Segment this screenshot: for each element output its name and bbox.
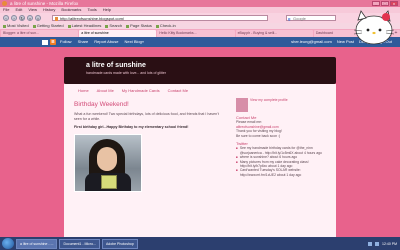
taskbar: a litre of sunshine - ... Document1 - Mi…: [0, 237, 400, 250]
blog-title[interactable]: a litre of sunshine: [86, 62, 146, 69]
bookmark-icon: [105, 24, 109, 28]
network-icon[interactable]: [368, 241, 373, 246]
reload-button[interactable]: ↻: [19, 15, 25, 21]
window-title: a litre of sunshine - Mozilla Firefox: [10, 1, 79, 6]
window-titlebar: a litre of sunshine - Mozilla Firefox _ …: [0, 0, 400, 7]
home-button[interactable]: ⌂: [35, 15, 41, 21]
address-text: http://alitreofsunshine.blogspot.com/: [60, 16, 125, 21]
tab-a-litre-of-sunshine[interactable]: a litre of sunshine: [79, 30, 157, 37]
photo-card: [101, 175, 117, 190]
minimize-button[interactable]: _: [372, 1, 380, 6]
start-button[interactable]: [2, 238, 14, 249]
blog-header: a litre of sunshine handmade cards made …: [64, 57, 336, 84]
post-photo[interactable]: [74, 134, 142, 193]
system-tray: 12:40 PM: [368, 241, 400, 246]
profile-row: View my complete profile: [236, 98, 330, 112]
navigation-toolbar: ‹ › ↻ × ⌂ http://alitreofsunshine.blogsp…: [0, 13, 400, 23]
tab-blogger[interactable]: Blogger: a litre of sun...: [1, 30, 79, 37]
blog-nav: Home About Me My Handmade Cards Contact …: [78, 88, 188, 93]
hello-kitty-theme-image: [353, 10, 395, 45]
nav-home[interactable]: Home: [78, 88, 89, 93]
maximize-button[interactable]: □: [381, 1, 389, 6]
address-bar[interactable]: http://alitreofsunshine.blogspot.com/: [52, 15, 268, 21]
taskbar-firefox[interactable]: a litre of sunshine - ...: [16, 238, 58, 249]
tab-strip: Blogger: a litre of sun... a litre of su…: [0, 29, 400, 37]
report-abuse-link[interactable]: Report Abuse: [94, 37, 118, 47]
post-highlight: First birthday girl...Happy Birthday to …: [74, 125, 189, 130]
page-viewport[interactable]: a litre of sunshine handmade cards made …: [0, 47, 400, 237]
stop-button[interactable]: ×: [27, 15, 33, 21]
search-placeholder: Google: [293, 16, 306, 21]
nav-handmade-cards[interactable]: My Handmade Cards: [122, 88, 160, 93]
post-title[interactable]: Birthday Weekend!: [74, 101, 224, 108]
nav-contact-me[interactable]: Contact Me: [168, 88, 188, 93]
tab-ebay[interactable]: eBay.ph - Buying & selli...: [235, 30, 313, 37]
firefox-icon: [2, 1, 7, 6]
blog-description: handmade cards made with love... and lot…: [86, 71, 166, 75]
site-favicon: [54, 17, 58, 21]
back-button[interactable]: ‹: [3, 15, 9, 21]
account-email: sher.leung@gmail.com: [291, 39, 332, 44]
clock[interactable]: 12:40 PM: [382, 242, 397, 246]
blog-search-input[interactable]: [42, 39, 48, 45]
close-button[interactable]: x: [390, 1, 398, 6]
blogger-links-left: Follow Share Report Abuse Next Blog»: [60, 37, 144, 47]
window-controls: _ □ x: [372, 1, 398, 6]
tweet-item: Card'wanted Tuesday's SOLAR website: htt…: [236, 168, 330, 177]
view-profile-link[interactable]: View my complete profile: [250, 98, 288, 102]
bookmark-icon: [155, 24, 159, 28]
next-blog-link[interactable]: Next Blog»: [125, 37, 145, 47]
post-column: Birthday Weekend! What a fun weekend! Tw…: [74, 98, 224, 193]
sidebar: View my complete profile Contact Me Plea…: [236, 98, 330, 177]
follow-link[interactable]: Follow: [60, 37, 72, 47]
contact-email-link[interactable]: alitreofsunshine@gmail.com: [236, 125, 279, 129]
bookmark-icon: [3, 24, 6, 28]
taskbar-word[interactable]: Document1 - Micro...: [59, 238, 100, 249]
rss-icon: [67, 24, 71, 28]
tweet-item: See my handmade birthday cards for @the_…: [236, 146, 330, 155]
bookmark-icon: [126, 24, 130, 28]
profile-picture[interactable]: [236, 98, 248, 112]
bookmark-icon: [32, 24, 36, 28]
blogger-navbar: B Follow Share Report Abuse Next Blog» s…: [0, 37, 400, 47]
contact-line: Be sure to come back soon :): [236, 133, 281, 138]
nav-about-me[interactable]: About Me: [97, 88, 114, 93]
search-input[interactable]: g Google: [286, 15, 336, 21]
share-link[interactable]: Share: [78, 37, 89, 47]
post-body: What a fun weekend! Two special birthday…: [74, 112, 219, 121]
blog-content: Home About Me My Handmade Cards Contact …: [64, 84, 336, 237]
photo-face: [97, 147, 117, 172]
forward-button[interactable]: ›: [11, 15, 17, 21]
tweet-item: Many pictures from my cake decorating cl…: [236, 160, 330, 169]
blogger-icon[interactable]: B: [50, 39, 56, 45]
google-icon: g: [288, 16, 291, 21]
tab-hello-kitty[interactable]: Hello Kitty Bookmarks...: [157, 30, 235, 37]
taskbar-photoshop[interactable]: Adobe Photoshop: [101, 238, 138, 249]
volume-icon[interactable]: [375, 241, 380, 246]
